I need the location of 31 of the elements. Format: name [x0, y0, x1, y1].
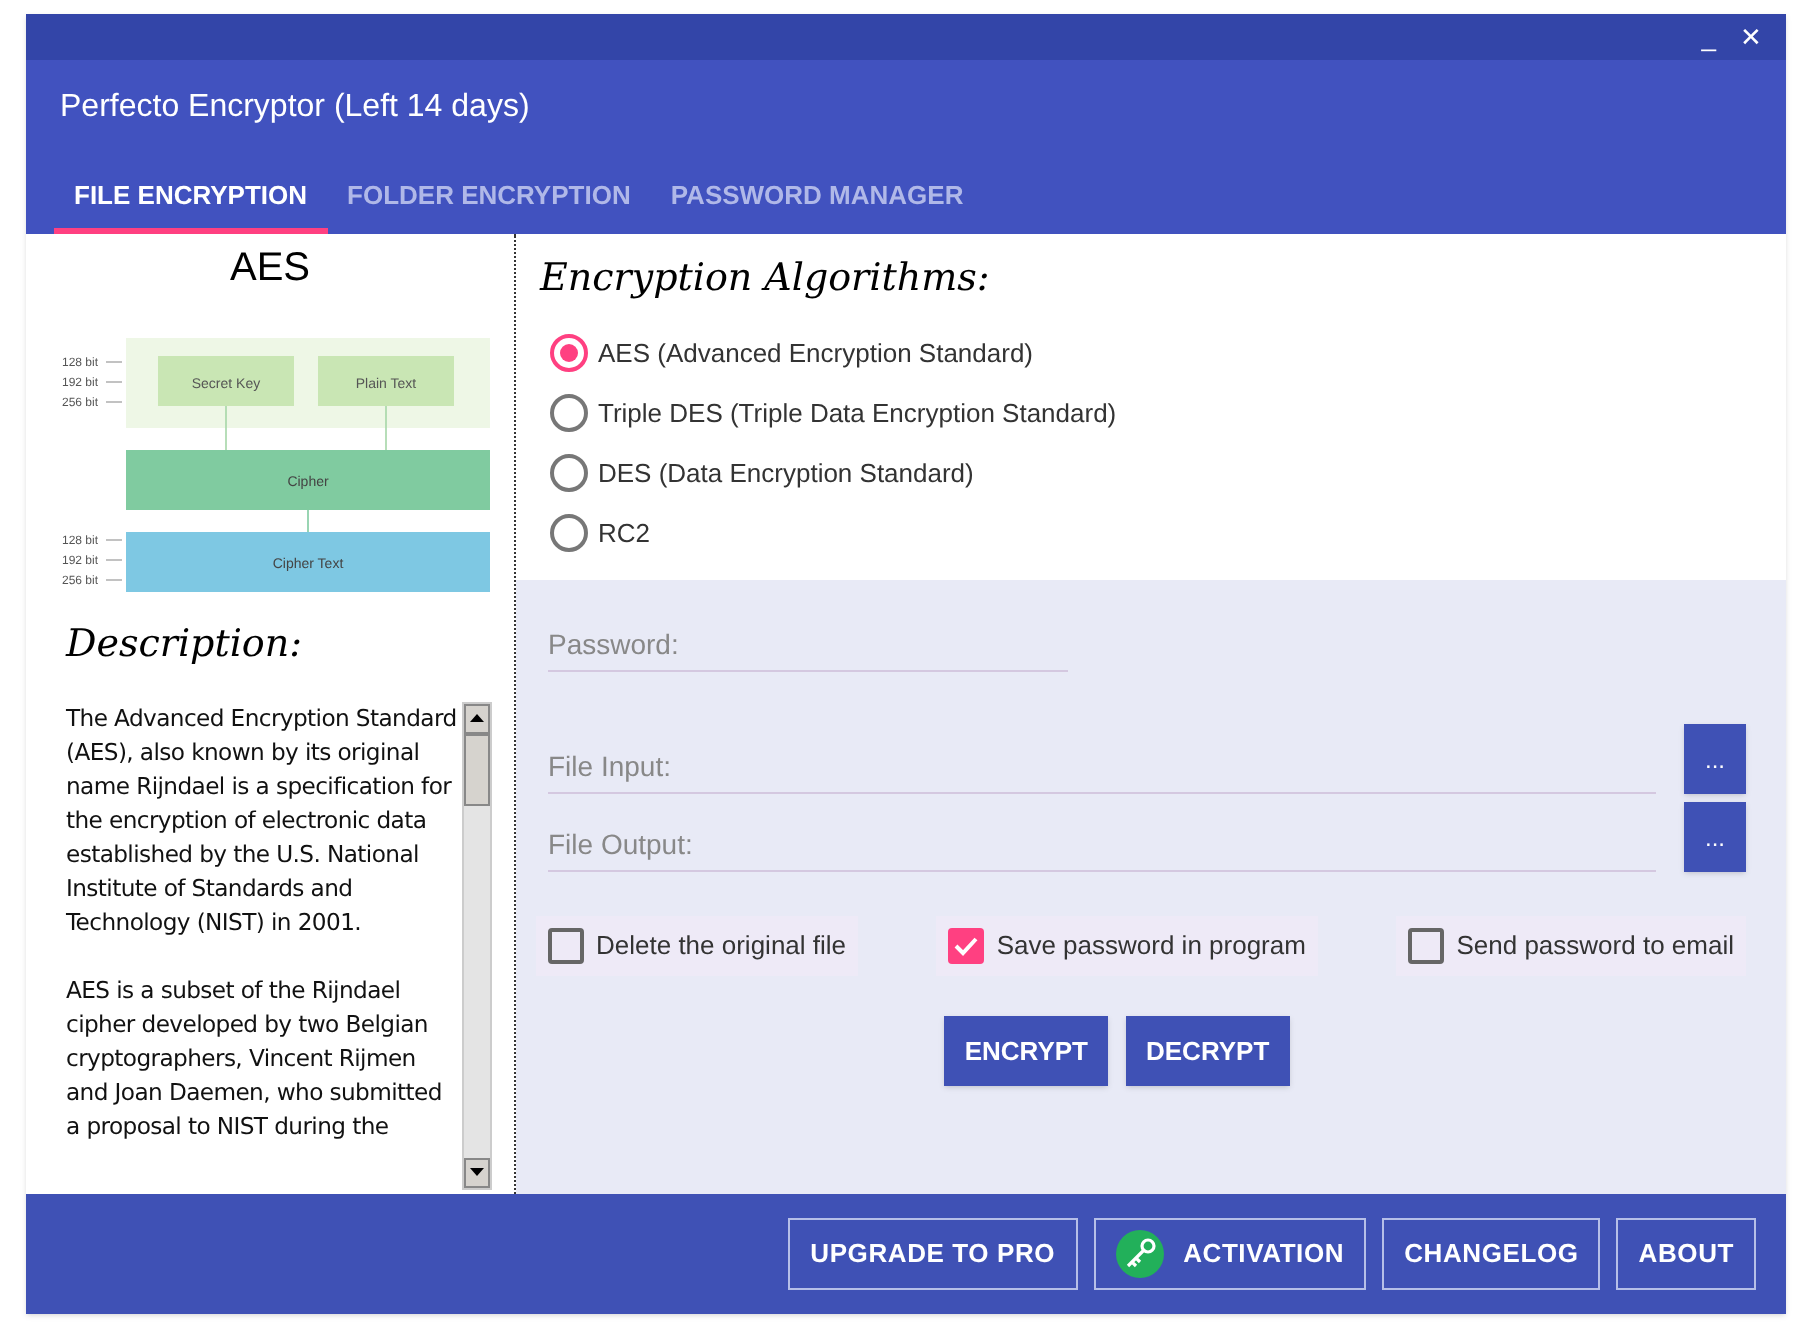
input-field[interactable]: Password: [548, 624, 1068, 672]
encrypt-button[interactable]: ENCRYPT [944, 1016, 1108, 1086]
footer-button[interactable]: ACTIVATION [1093, 1218, 1367, 1290]
footer-button[interactable]: UPGRADE TO PRO [788, 1218, 1078, 1290]
input-field[interactable]: File Input: [548, 746, 1656, 794]
description-heading: Description: [63, 620, 304, 670]
section-heading: Encryption Algorithms: [540, 254, 992, 304]
scroll-up-icon[interactable] [464, 703, 490, 733]
scrollbar[interactable] [462, 701, 492, 1189]
radio-option[interactable]: DES (Data Encryption Standard) [540, 443, 1786, 503]
checkbox-option[interactable]: Save password in program [936, 916, 1318, 976]
window-title: Perfecto Encryptor (Left 14 days) [58, 88, 532, 128]
algorithm-title: AES [227, 244, 313, 294]
scroll-down-icon[interactable] [464, 1157, 490, 1187]
check-icon [954, 936, 979, 956]
radio-option[interactable]: Triple DES (Triple Data Encryption Standard) [540, 383, 1786, 443]
radio-option[interactable]: AES (Advanced Encryption Standard) [540, 323, 1786, 383]
footer-button[interactable]: ABOUT [1616, 1218, 1756, 1290]
description-text: The Advanced Encryption Standard (AES), also known by its original name Rijndael is a specification for the encryption of electronic data established by the U.S. National Institute of Standards and Technology (NIST) in 2001. AES is a subset of the Rijndael cipher developed by two Belgian cryptographers, Vincent Rijmen and Joan Daemen, who submitted a proposal to NIST during the [66, 701, 459, 1143]
footer-button[interactable]: CHANGELOG [1382, 1218, 1601, 1290]
radio-option[interactable]: RC2 [540, 503, 1786, 563]
browse-button[interactable]: ... [1684, 802, 1746, 872]
minimize-button[interactable]: _ [1701, 17, 1716, 57]
close-button[interactable]: ✕ [1740, 17, 1762, 57]
scroll-thumb[interactable] [464, 733, 490, 805]
browse-button[interactable]: ... [1684, 724, 1746, 794]
checkbox-option[interactable]: Send password to email [1396, 916, 1746, 976]
checkbox-option[interactable]: Delete the original file [536, 916, 859, 976]
input-field[interactable]: File Output: [548, 824, 1656, 872]
decrypt-button[interactable]: DECRYPT [1126, 1016, 1290, 1086]
key-icon [1115, 1230, 1164, 1278]
